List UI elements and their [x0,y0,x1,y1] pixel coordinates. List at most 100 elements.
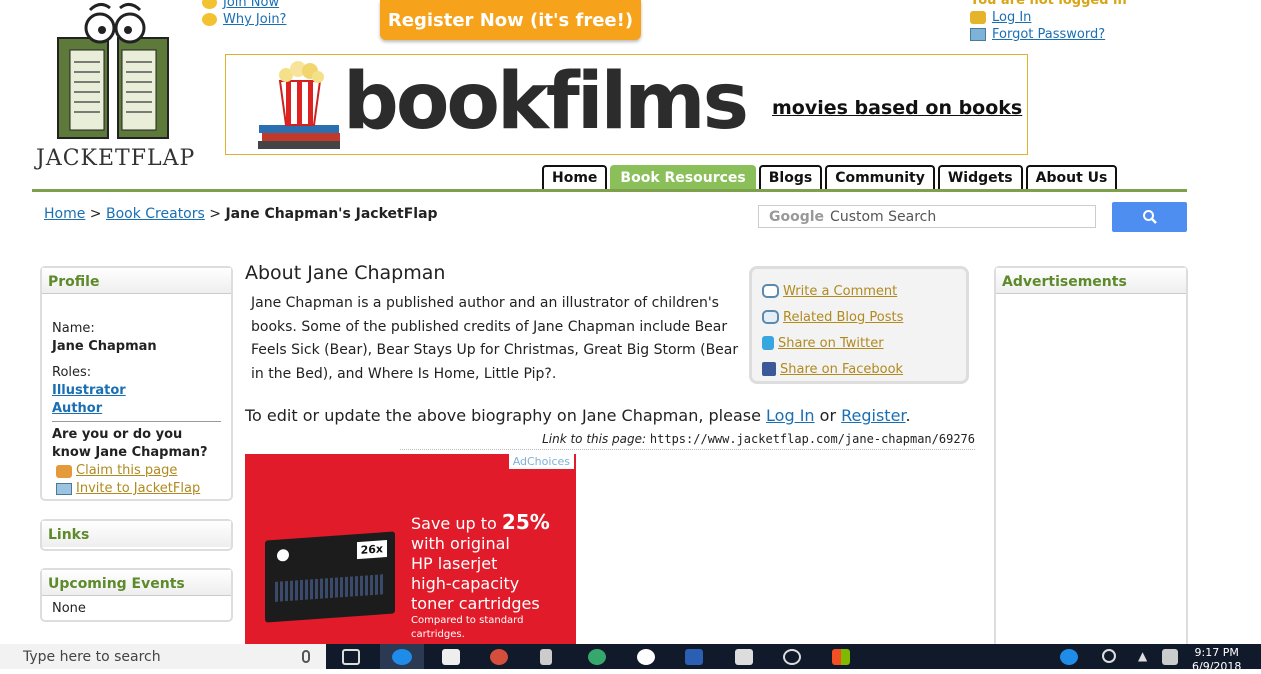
mail-icon [970,28,986,41]
clock-time: 9:17 PM [1194,646,1239,659]
popcorn-books-icon [258,61,340,149]
edit-register-link[interactable]: Register [841,406,905,425]
know-prompt: Are you or do you know Jane Chapman? [52,421,221,462]
tab-blogs[interactable]: Blogs [758,165,823,189]
alarms-icon[interactable] [783,649,801,665]
join-now-link[interactable]: Join Now [223,0,279,11]
name-label: Name: [52,321,95,336]
about-title: About Jane Chapman [245,262,446,284]
voice-recorder-icon[interactable] [540,649,552,665]
adchoices-label[interactable]: AdChoices [508,454,574,469]
links-panel: Links [40,519,233,551]
clock-date: 6/9/2018 [1192,660,1242,673]
nav-divider [32,189,1187,192]
store-icon[interactable] [832,649,850,665]
edge-taskbar-button[interactable] [380,644,424,669]
help-icon[interactable] [1060,649,1078,665]
forgot-password-link[interactable]: Forgot Password? [992,26,1105,43]
ad-percent: 25% [501,510,550,534]
breadcrumb: Home > Book Creators > Jane Chapman's Ja… [44,206,438,222]
permalink-url[interactable]: https://www.jacketflap.com/jane-chapman/… [650,432,975,446]
claim-page-link[interactable]: Claim this page [76,462,177,480]
join-links: Join Now Why Join? [202,0,286,28]
hp-ad[interactable]: AdChoices 26x Save up to 25% with origin… [245,454,576,644]
edit-login-link[interactable]: Log In [766,406,815,425]
toner-box-image: 26x [265,531,395,623]
actions-box: Write a Comment Related Blog Posts Share… [749,266,969,384]
edit-or: or [819,406,837,425]
ad-line3: HP laserjet [411,554,498,573]
breadcrumb-separator: > [89,206,102,222]
ads-title: Advertisements [996,268,1186,294]
write-comment-link[interactable]: Write a Comment [783,284,897,299]
network-icon[interactable] [1162,649,1178,665]
blog-posts-icon [762,310,779,324]
hp-logo-icon [277,548,289,562]
roles-label: Roles: [52,365,92,380]
invite-link[interactable]: Invite to JacketFlap [76,480,200,498]
events-panel: Upcoming Events None [40,568,233,622]
task-view-icon[interactable] [342,649,360,665]
brightness-icon[interactable] [637,649,655,665]
register-button[interactable]: Register Now (it's free!) [380,0,641,40]
links-title: Links [42,521,231,547]
share-facebook-link[interactable]: Share on Facebook [780,362,903,377]
word-icon[interactable] [685,649,703,665]
people-icon[interactable] [1102,649,1116,663]
logo-image [57,3,169,139]
permalink-line: Link to this page: https://www.jacketfla… [400,432,975,450]
events-value: None [52,601,86,616]
edit-biography-line: To edit or update the above biography on… [245,406,911,425]
share-twitter-link[interactable]: Share on Twitter [778,336,884,351]
advertisements-panel: Advertisements [994,266,1188,656]
bookfilms-banner[interactable]: bookfilms movies based on books [225,54,1028,155]
clock[interactable]: 9:17 PM 6/9/2018 [1192,646,1241,674]
taskbar-search[interactable]: Type here to search [0,644,326,669]
taskbar-search-text: Type here to search [23,648,161,665]
search-icon [1142,210,1157,224]
ad-copy: Save up to 25% with original HP laserjet… [411,512,576,642]
paint-icon[interactable] [490,649,508,665]
logo-text: JACKETFLAP [36,146,196,171]
ad-line1: Save up to [411,514,497,533]
tab-widgets[interactable]: Widgets [937,165,1023,189]
biography-text: Jane Chapman is a published author and a… [251,295,739,382]
profile-title: Profile [42,268,231,294]
jacketflap-logo[interactable]: JACKETFLAP [30,0,200,182]
profile-name: Jane Chapman [52,339,157,354]
ad-line5: toner cartridges [411,594,540,613]
search-placeholder: Custom Search [830,208,937,225]
amazon-icon[interactable] [442,649,460,665]
pencil-icon [202,0,217,9]
twitter-icon [762,336,774,350]
ad-footnote: Compared to standard cartridges. [411,615,524,640]
banner-title: bookfilms [343,57,749,147]
windows-taskbar: Type here to search ▲ 9:17 PM 6/9/2018 [0,644,1261,673]
why-join-link[interactable]: Why Join? [223,11,286,28]
events-title: Upcoming Events [42,570,231,596]
tab-home[interactable]: Home [542,165,608,189]
breadcrumb-home[interactable]: Home [44,206,85,222]
comment-icon [762,284,779,298]
breadcrumb-book-creators[interactable]: Book Creators [106,206,205,222]
log-in-link[interactable]: Log In [992,9,1031,26]
edit-prefix: To edit or update the above biography on… [245,406,761,425]
camera-icon[interactable] [735,649,753,665]
tab-community[interactable]: Community [825,165,935,189]
role-author[interactable]: Author [52,401,102,416]
ad-line4: high-capacity [411,574,520,593]
smiley-icon [202,13,217,26]
claim-icon [56,464,72,478]
search-button[interactable] [1112,202,1187,232]
search-input[interactable]: Google Custom Search [758,205,1096,228]
chevron-up-icon[interactable]: ▲ [1138,649,1152,665]
tripadvisor-icon[interactable] [588,649,606,665]
key-icon [970,11,986,24]
microphone-icon[interactable] [302,650,310,663]
related-posts-link[interactable]: Related Blog Posts [783,310,903,325]
tab-about-us[interactable]: About Us [1025,165,1118,189]
edit-suffix: . [905,406,911,425]
tab-book-resources[interactable]: Book Resources [610,165,756,189]
role-illustrator[interactable]: Illustrator [52,383,126,398]
google-brand: Google [769,208,825,225]
